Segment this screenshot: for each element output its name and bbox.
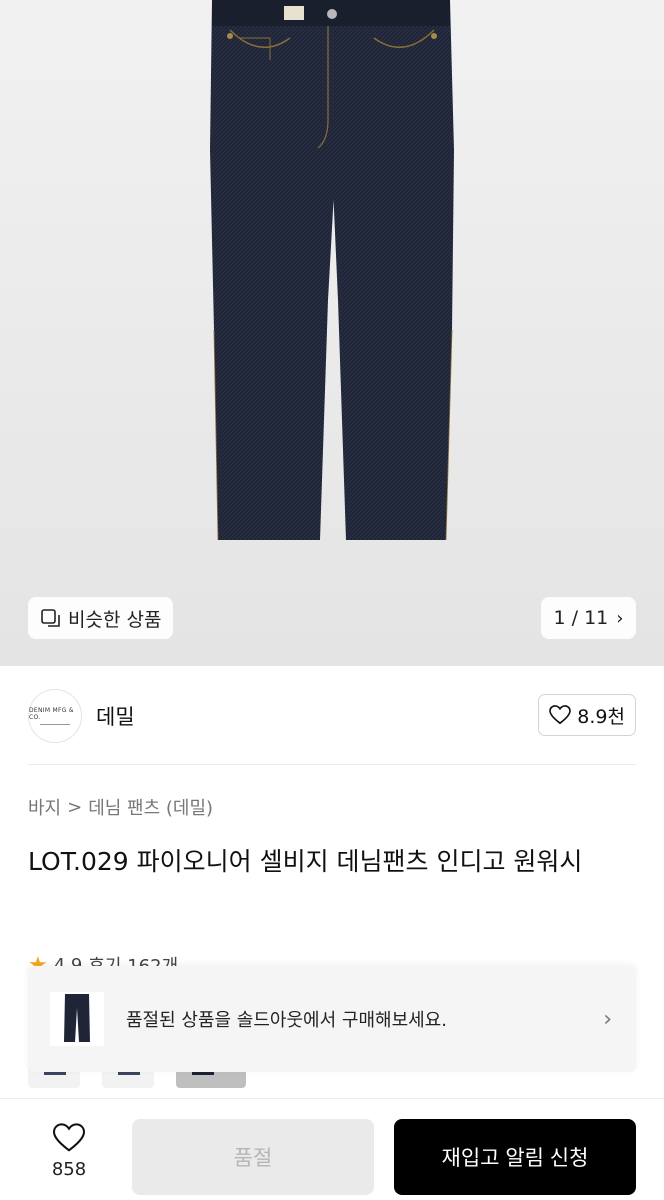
brand-logo-divider xyxy=(40,724,70,725)
soldout-banner[interactable]: 품절된 상품을 솔드아웃에서 구매해보세요. › xyxy=(28,966,636,1072)
brand-like-button[interactable]: 8.9천 xyxy=(538,694,636,736)
wishlist-button[interactable]: 858 xyxy=(40,1123,98,1180)
breadcrumb-subcategory[interactable]: 데님 팬츠 (데밀) xyxy=(88,794,213,820)
image-counter[interactable]: 1 / 11 › xyxy=(541,597,636,639)
brand-logo-text: DENIM MFG & CO. xyxy=(29,707,74,721)
similar-products-label: 비슷한 상품 xyxy=(68,608,162,631)
brand-name[interactable]: 데밀 xyxy=(96,701,135,731)
jeans-image xyxy=(210,0,454,541)
heart-icon xyxy=(52,1123,86,1152)
product-page: 비슷한 상품 1 / 11 › DENIM MFG & CO. 데밀 8.9천 … xyxy=(0,0,664,1200)
wishlist-count: 858 xyxy=(51,1159,87,1180)
image-counter-text: 1 / 11 xyxy=(553,607,609,629)
bottom-action-bar: 858 품절 재입고 알림 신청 xyxy=(0,1098,664,1200)
brand-logo[interactable]: DENIM MFG & CO. xyxy=(28,689,82,743)
similar-items-icon xyxy=(41,609,60,627)
heart-icon xyxy=(549,705,572,725)
breadcrumb-category[interactable]: 바지 xyxy=(28,794,61,820)
similar-products-button[interactable]: 비슷한 상품 xyxy=(28,597,174,639)
brand-like-count: 8.9천 xyxy=(577,705,625,728)
chevron-right-icon: › xyxy=(616,607,624,629)
chevron-right-icon: › xyxy=(603,1006,612,1032)
restock-alert-button[interactable]: 재입고 알림 신청 xyxy=(394,1119,636,1195)
jeans-thumbnail-icon xyxy=(64,994,90,1042)
soldout-banner-text: 품절된 상품을 솔드아웃에서 구매해보세요. xyxy=(126,1010,447,1031)
soldout-button[interactable]: 품절 xyxy=(132,1119,374,1195)
breadcrumb: 바지 > 데님 팬츠 (데밀) xyxy=(28,794,213,820)
product-image[interactable]: 비슷한 상품 1 / 11 › xyxy=(0,0,664,666)
brand-row: DENIM MFG & CO. 데밀 8.9천 xyxy=(28,688,636,744)
product-title: LOT.029 파이오니어 셀비지 데님팬츠 인디고 원워시 xyxy=(28,847,583,876)
banner-thumbnail xyxy=(50,992,104,1046)
breadcrumb-separator: > xyxy=(67,796,83,818)
divider xyxy=(28,764,636,765)
